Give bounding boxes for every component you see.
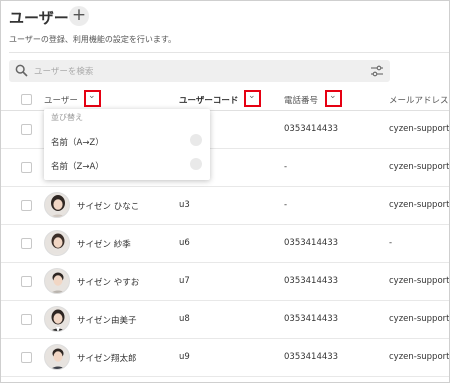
avatar <box>44 306 70 332</box>
row-checkbox[interactable] <box>21 238 32 249</box>
sort-user-code-button[interactable]: ⌄ <box>244 90 261 107</box>
divider <box>9 52 449 53</box>
table-row[interactable]: サイゼン ひなこ u3 - cyzen-support@ <box>1 187 449 225</box>
table-header: ユーザー ⌄ ユーザーコード ⌄ 電話番号 ⌄ メールアドレス <box>1 87 449 111</box>
row-checkbox[interactable] <box>21 314 32 325</box>
user-code: u9 <box>179 352 190 362</box>
avatar <box>44 344 70 370</box>
user-phone: 0353414433 <box>284 352 339 362</box>
table-row[interactable]: サイゼン翔太郎 u9 0353414433 cyzen-support@ <box>1 339 449 377</box>
user-email: cyzen-support@ <box>389 162 450 172</box>
avatar <box>44 192 70 218</box>
user-phone: 0353414433 <box>284 314 339 324</box>
user-phone: 0353414433 <box>284 276 339 286</box>
page-title: ユーザー <box>9 9 69 27</box>
column-header-email: メールアドレス <box>389 96 449 106</box>
user-name: サイゼン由美子 <box>77 316 137 326</box>
search-input[interactable]: ユーザーを検索 <box>34 65 93 77</box>
sort-name-desc-radio[interactable] <box>190 158 202 170</box>
user-code: u3 <box>179 200 190 210</box>
user-phone: - <box>284 200 288 210</box>
user-name: サイゼン ひなこ <box>77 202 140 212</box>
user-email: cyzen-support@ <box>389 314 450 324</box>
avatar <box>44 230 70 256</box>
user-email: cyzen-support@ <box>389 200 450 210</box>
select-all-checkbox[interactable] <box>21 94 32 105</box>
user-email: cyzen-support@ <box>389 276 450 286</box>
user-phone: 0353414433 <box>284 238 339 248</box>
table-row[interactable]: サイゼン やすお u7 0353414433 cyzen-support@ <box>1 263 449 301</box>
sort-name-asc-option[interactable]: 名前（A→Z） <box>51 136 104 148</box>
search-icon <box>15 64 28 77</box>
user-phone: 0353414433 <box>284 124 339 134</box>
user-code: u8 <box>179 314 190 324</box>
user-name: サイゼン翔太郎 <box>77 354 137 364</box>
row-checkbox[interactable] <box>21 162 32 173</box>
search-bar[interactable]: ユーザーを検索 <box>9 60 390 82</box>
avatar <box>44 268 70 294</box>
user-phone: - <box>284 162 288 172</box>
chevron-down-icon: ⌄ <box>329 91 337 101</box>
user-name: サイゼン やすお <box>77 278 140 288</box>
user-code: u7 <box>179 276 190 286</box>
user-email: cyzen-support@ <box>389 352 450 362</box>
row-checkbox[interactable] <box>21 352 32 363</box>
page-description: ユーザーの登録、利用機能の設定を行います。 <box>9 35 177 44</box>
chevron-down-icon: ⌄ <box>248 91 256 101</box>
sort-dropdown-menu: 並び替え 名前（A→Z） 名前（Z→A） <box>44 109 210 180</box>
user-email: - <box>389 238 393 248</box>
column-header-user: ユーザー <box>44 96 78 106</box>
user-email: cyzen-support@ <box>389 124 450 134</box>
row-checkbox[interactable] <box>21 124 32 135</box>
filter-settings-icon[interactable] <box>370 64 384 78</box>
sort-phone-button[interactable]: ⌄ <box>325 90 342 107</box>
user-code: u6 <box>179 238 190 248</box>
chevron-down-icon: ⌄ <box>88 91 96 101</box>
row-checkbox[interactable] <box>21 200 32 211</box>
column-header-phone: 電話番号 <box>284 96 319 106</box>
sort-menu-title: 並び替え <box>51 113 83 122</box>
add-user-button[interactable]: + <box>69 6 89 26</box>
table-row[interactable]: サイゼン 紗季 u6 0353414433 - <box>1 225 449 263</box>
sort-user-button[interactable]: ⌄ <box>84 90 101 107</box>
sort-name-asc-radio[interactable] <box>190 134 202 146</box>
user-management-panel: ユーザー + ユーザーの登録、利用機能の設定を行います。 ユーザーを検索 ユーザ… <box>0 0 450 383</box>
column-header-user-code: ユーザーコード <box>179 96 239 106</box>
table-row[interactable]: サイゼン由美子 u8 0353414433 cyzen-support@ <box>1 301 449 339</box>
row-checkbox[interactable] <box>21 276 32 287</box>
sort-name-desc-option[interactable]: 名前（Z→A） <box>51 160 104 172</box>
user-name: サイゼン 紗季 <box>77 240 131 250</box>
